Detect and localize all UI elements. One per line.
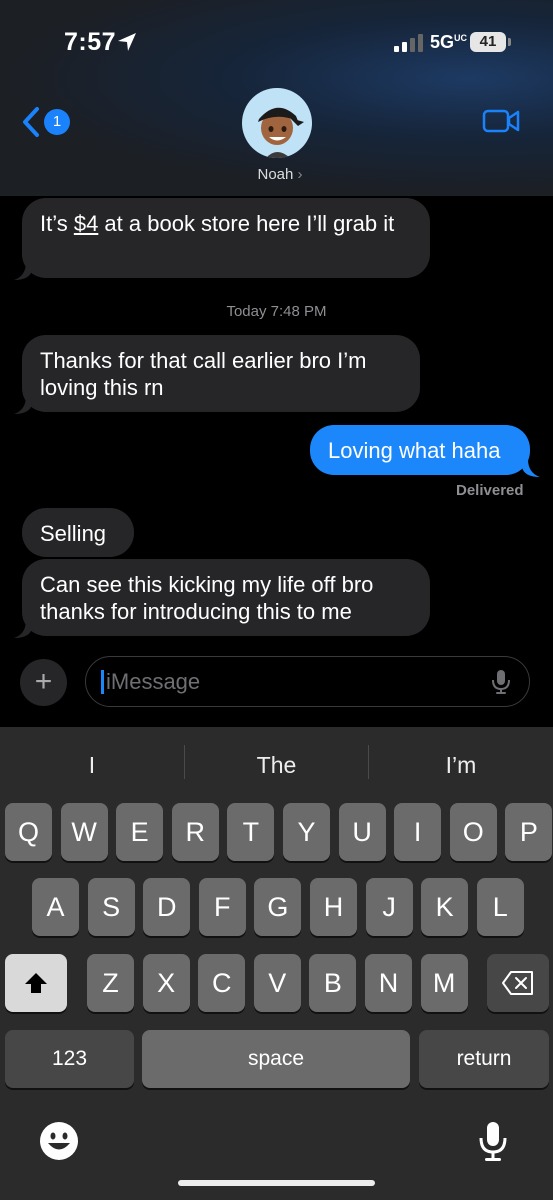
dictation-icon[interactable] [478,1120,508,1164]
return-key[interactable]: return [419,1030,549,1088]
key-n[interactable]: N [365,954,412,1012]
delete-icon [502,971,533,995]
back-button[interactable]: 1 [20,106,72,140]
key-g[interactable]: G [254,878,302,936]
battery-level: 41 [470,32,506,52]
status-time: 7:57 [64,28,117,56]
home-indicator [178,1180,375,1186]
delete-key[interactable] [487,954,549,1012]
video-camera-icon[interactable] [482,107,520,135]
key-v[interactable]: V [253,954,301,1012]
key-j[interactable]: J [365,878,413,936]
shift-icon [25,973,47,993]
message-bubble-received[interactable]: Thanks for that call earlier bro I’m lov… [22,335,420,412]
contact-avatar[interactable] [242,88,312,158]
key-b[interactable]: B [309,954,357,1012]
timestamp-divider: Today 7:48 PM [226,303,327,320]
back-chevron-icon [23,107,39,137]
key-m[interactable]: M [420,954,468,1012]
key-f[interactable]: F [198,878,246,936]
space-key[interactable]: space [142,1030,410,1088]
key-y[interactable]: Y [283,803,330,861]
delivery-status: Delivered [456,482,524,499]
battery-nub [508,38,511,46]
location-arrow-icon [118,33,136,51]
plus-icon[interactable]: + [20,659,67,706]
network-type: 5GUC [430,32,468,52]
message-bubble-received[interactable]: Selling [22,508,134,557]
text-caret [101,670,104,694]
key-x[interactable]: X [142,954,190,1012]
suggestion-3[interactable]: I’m [369,747,553,787]
bubble-tail [522,459,540,477]
bubble-tail [14,396,32,414]
key-e[interactable]: E [116,803,164,861]
key-r[interactable]: R [171,803,219,861]
contact-name[interactable]: Noah › [240,166,320,183]
message-input-placeholder: iMessage [106,669,201,694]
bubble-tail [14,620,32,638]
key-w[interactable]: W [60,803,108,861]
memoji-avatar-icon [258,107,304,158]
suggestion-2[interactable]: The [185,747,368,787]
key-u[interactable]: U [338,803,386,861]
key-k[interactable]: K [421,878,469,936]
key-o[interactable]: O [449,803,497,861]
key-h[interactable]: H [310,878,357,936]
signal-icon [394,34,423,52]
key-z[interactable]: Z [87,954,134,1012]
key-t[interactable]: T [227,803,275,861]
key-d[interactable]: D [143,878,191,936]
numbers-key[interactable]: 123 [5,1030,134,1088]
key-p[interactable]: P [505,803,553,861]
key-q[interactable]: Q [5,803,52,861]
bubble-tail [14,262,32,280]
money-link[interactable]: $4 [74,211,98,236]
key-s[interactable]: S [87,878,135,936]
keyboard: I The I’m 123 space return QWERTYUIOPASD… [0,727,553,1200]
mic-icon[interactable] [491,669,511,695]
message-bubble-received[interactable]: It’s $4 at a book store here I’ll grab i… [22,198,430,278]
message-bubble-received[interactable]: Can see this kicking my life off bro tha… [22,559,430,636]
suggestion-1[interactable]: I [0,747,184,787]
key-l[interactable]: L [476,878,524,936]
key-c[interactable]: C [198,954,246,1012]
message-bubble-sent[interactable]: Loving what haha [310,425,530,475]
unread-badge: 1 [44,109,70,135]
emoji-icon[interactable] [38,1120,80,1162]
shift-key[interactable] [5,954,67,1012]
key-i[interactable]: I [394,803,442,861]
conversation-header: 7:57 5GUC 41 1 Noah › [0,0,553,196]
key-a[interactable]: A [32,878,79,936]
message-input[interactable]: iMessage [85,656,530,707]
